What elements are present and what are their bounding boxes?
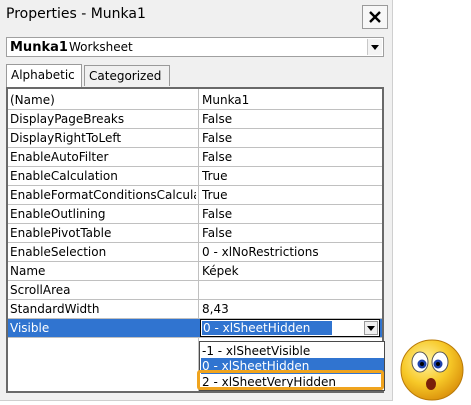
property-name: DisplayRightToLeft (10, 131, 122, 145)
emphasis-box (197, 370, 384, 390)
property-row-selected[interactable]: Visible 0 - xlSheetHidden (8, 319, 382, 338)
property-value[interactable]: False (202, 150, 380, 165)
window-title: Properties - Munka1 (6, 6, 146, 22)
property-value[interactable]: 8,43 (202, 302, 380, 317)
property-name: (Name) (10, 93, 55, 107)
property-name: EnableSelection (10, 245, 107, 259)
property-row[interactable]: EnableOutlining False (8, 205, 382, 224)
object-name: Munka1 (10, 40, 68, 55)
property-value[interactable]: 0 - xlNoRestrictions (202, 245, 380, 260)
title-bar: Properties - Munka1 (0, 0, 392, 30)
tab-categorized[interactable]: Categorized (84, 65, 170, 86)
property-value[interactable]: True (202, 169, 380, 184)
property-name: ScrollArea (10, 283, 71, 297)
chevron-down-icon (371, 44, 379, 50)
property-value[interactable]: False (202, 112, 380, 127)
property-row[interactable]: ScrollArea (8, 281, 382, 300)
property-row[interactable]: StandardWidth 8,43 (8, 300, 382, 319)
property-row[interactable]: DisplayRightToLeft False (8, 129, 382, 148)
close-icon (369, 11, 381, 23)
close-button[interactable] (362, 5, 388, 29)
property-name: EnableCalculation (10, 169, 118, 183)
property-value[interactable]: True (202, 188, 380, 203)
property-row[interactable]: EnableAutoFilter False (8, 148, 382, 167)
visible-value-text: 0 - xlSheetHidden (203, 321, 311, 335)
object-selector-dropdown-button[interactable] (367, 39, 382, 55)
property-name: EnableFormatConditionsCalculation (10, 188, 196, 202)
dropdown-option[interactable]: -1 - xlSheetVisible (202, 343, 310, 359)
property-row[interactable]: EnableCalculation True (8, 167, 382, 186)
property-row[interactable]: Name Képek (8, 262, 382, 281)
property-row[interactable]: DisplayPageBreaks False (8, 110, 382, 129)
visible-dropdown-button[interactable] (364, 321, 378, 335)
chevron-down-icon (367, 325, 375, 331)
property-row[interactable]: EnableFormatConditionsCalculation True (8, 186, 382, 205)
property-row[interactable]: EnableSelection 0 - xlNoRestrictions (8, 243, 382, 262)
property-name: EnablePivotTable (10, 226, 112, 240)
property-value[interactable] (202, 283, 380, 298)
property-value[interactable]: False (202, 226, 380, 241)
property-name: EnableOutlining (10, 207, 106, 221)
object-type: Worksheet (69, 40, 133, 54)
property-name: EnableAutoFilter (10, 150, 109, 164)
property-value[interactable]: False (202, 207, 380, 222)
properties-window: Properties - Munka1 Munka1 Worksheet Alp… (0, 0, 393, 401)
property-row[interactable]: (Name) Munka1 (8, 91, 382, 110)
property-name: DisplayPageBreaks (10, 112, 125, 126)
tab-alphabetic[interactable]: Alphabetic (6, 64, 82, 87)
property-value[interactable]: Munka1 (202, 93, 380, 108)
property-value[interactable]: False (202, 131, 380, 146)
visible-value-combobox[interactable]: 0 - xlSheetHidden (200, 319, 380, 337)
property-value[interactable]: Képek (202, 264, 380, 279)
property-name: Visible (10, 321, 50, 335)
object-selector[interactable]: Munka1 Worksheet (6, 37, 384, 57)
property-row[interactable]: EnablePivotTable False (8, 224, 382, 243)
property-name: StandardWidth (10, 302, 100, 316)
surprised-face-icon (400, 339, 464, 401)
property-name: Name (10, 264, 46, 278)
